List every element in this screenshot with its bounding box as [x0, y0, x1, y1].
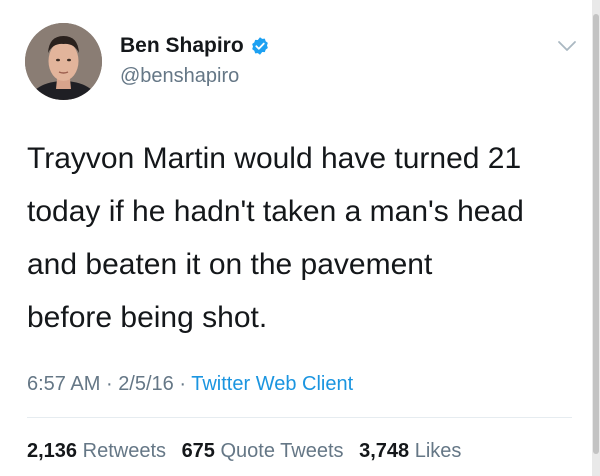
- tweet-date[interactable]: 2/5/16: [118, 373, 174, 395]
- quote-tweets-stat[interactable]: 675 Quote Tweets: [182, 440, 344, 462]
- likes-stat[interactable]: 3,748 Likes: [359, 440, 461, 462]
- quote-tweets-label: Quote Tweets: [220, 440, 344, 462]
- display-name[interactable]: Ben Shapiro: [120, 34, 244, 58]
- tweet-card: Ben Shapiro @benshapiro Trayvon Martin w…: [0, 0, 600, 476]
- verified-badge-icon: [251, 37, 268, 55]
- retweets-stat[interactable]: 2,136 Retweets: [27, 440, 166, 462]
- user-handle[interactable]: @benshapiro: [120, 65, 239, 88]
- avatar-photo-icon: [25, 23, 102, 100]
- tweet-text-line: before being shot.: [27, 301, 268, 334]
- tweet-text-line: and beaten it on the pavement: [27, 248, 433, 281]
- meta-separator: ·: [179, 373, 187, 395]
- chevron-down-icon[interactable]: [556, 38, 578, 54]
- tweet-source-link[interactable]: Twitter Web Client: [191, 373, 353, 395]
- divider: [27, 417, 572, 418]
- tweet-text-line: today if he hadn't taken a man's head: [27, 195, 524, 228]
- scrollbar[interactable]: [592, 0, 600, 476]
- avatar[interactable]: [25, 23, 102, 100]
- retweets-label: Retweets: [82, 440, 166, 462]
- tweet-text-line: Trayvon Martin would have turned 21: [27, 142, 522, 175]
- tweet-text: Trayvon Martin would have turned 21 toda…: [27, 132, 587, 344]
- likes-count: 3,748: [359, 440, 410, 462]
- retweets-count: 2,136: [27, 440, 78, 462]
- tweet-time[interactable]: 6:57 AM: [27, 373, 100, 395]
- tweet-meta: 6:57 AM · 2/5/16 · Twitter Web Client: [27, 373, 353, 396]
- scrollbar-thumb[interactable]: [593, 14, 599, 454]
- quote-tweets-count: 675: [181, 440, 215, 462]
- likes-label: Likes: [414, 440, 462, 462]
- meta-separator: ·: [105, 373, 113, 395]
- tweet-stats: 2,136 Retweets 675 Quote Tweets 3,748 Li…: [27, 440, 461, 463]
- name-row: Ben Shapiro: [120, 34, 270, 58]
